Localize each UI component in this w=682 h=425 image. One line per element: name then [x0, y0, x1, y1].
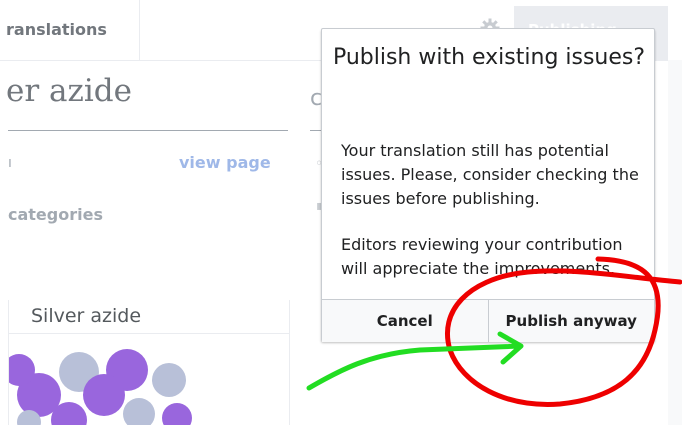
categories-label[interactable]: categories [8, 205, 103, 224]
molecule-image [9, 349, 192, 425]
title-divider [8, 130, 288, 131]
view-page-link[interactable]: view page [179, 153, 271, 172]
dialog-title: Publish with existing issues? [332, 45, 646, 70]
dialog-message: Editors reviewing your contribution will… [341, 235, 623, 278]
publish-anyway-button[interactable]: Publish anyway [487, 300, 654, 342]
cancel-button[interactable]: Cancel [322, 300, 488, 342]
annotation-arrow [306, 331, 524, 391]
dialog-body: Your translation still has potential iss… [341, 139, 641, 303]
infobox: Silver azide [8, 300, 290, 425]
article-meta: ı [8, 155, 12, 171]
infobox-title: Silver azide [31, 305, 142, 327]
tab-translations[interactable]: ranslations [0, 0, 140, 60]
publish-warning-dialog: Publish with existing issues? Your trans… [321, 28, 655, 342]
right-panel [668, 60, 682, 425]
dialog-message: Your translation still has potential iss… [341, 141, 639, 208]
dialog-actions: Cancel Publish anyway [322, 299, 654, 342]
infobox-divider [9, 333, 289, 334]
article-title: er azide [6, 73, 132, 109]
